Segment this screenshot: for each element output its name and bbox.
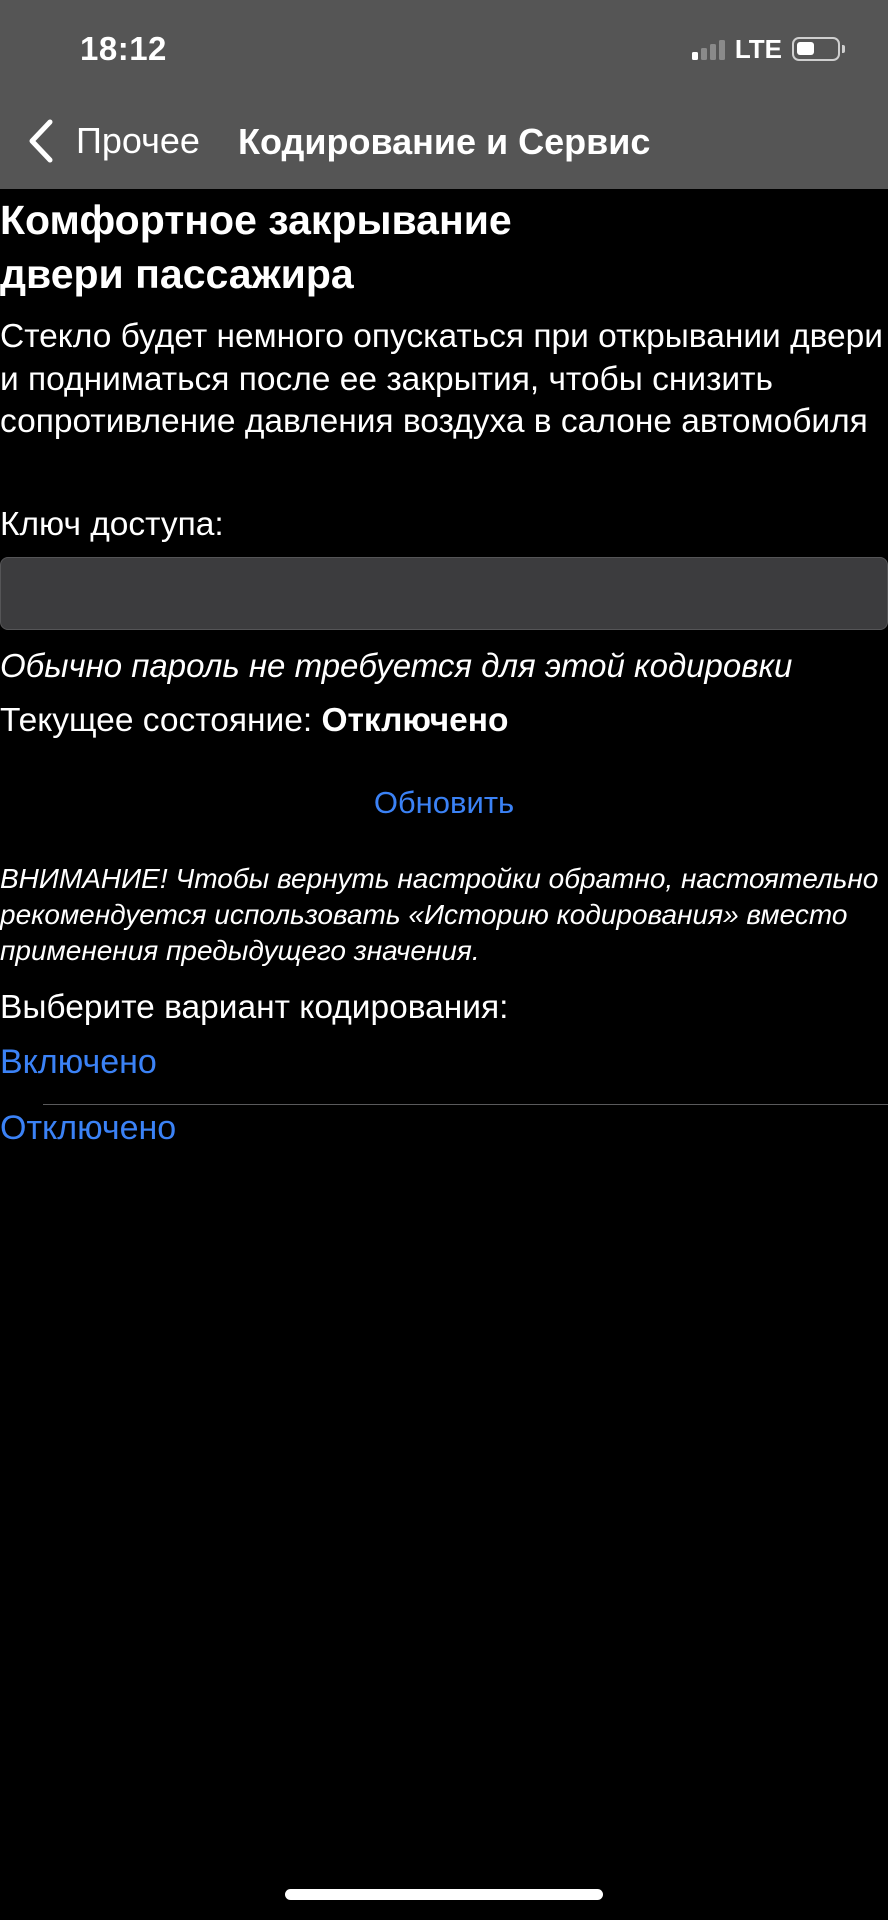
chevron-left-icon xyxy=(29,119,53,163)
signal-bar xyxy=(709,44,716,60)
back-button[interactable]: Прочее xyxy=(24,118,200,164)
signal-bar xyxy=(691,52,698,60)
navigation-bar: 18:12 LTE Прочее Кодирование и Сервис xyxy=(0,0,888,189)
option-disabled-label: Отключено xyxy=(0,1109,177,1147)
refresh-button[interactable]: Обновить xyxy=(0,783,888,823)
access-key-input[interactable] xyxy=(0,557,888,630)
option-enabled[interactable]: Включено xyxy=(0,1039,888,1105)
cellular-signal-icon xyxy=(691,38,725,60)
coding-title-line-2: двери пассажира xyxy=(0,251,354,297)
option-enabled-label: Включено xyxy=(0,1043,157,1081)
coding-title: Комфортное закрывание двери пассажира xyxy=(0,193,640,301)
current-state-value: Отключено xyxy=(321,702,509,739)
current-state-label: Текущее состояние: xyxy=(0,702,322,739)
network-type: LTE xyxy=(734,33,782,64)
current-state: Текущее состояние: Отключено xyxy=(0,700,509,742)
status-time: 18:12 xyxy=(80,30,167,67)
home-indicator[interactable] xyxy=(285,1889,603,1900)
battery-fill xyxy=(797,42,814,55)
access-key-label: Ключ доступа: xyxy=(0,506,224,543)
password-hint: Обычно пароль не требуется для этой коди… xyxy=(0,647,793,684)
coding-options-list: Включено Отключено xyxy=(0,1039,888,1171)
back-button-label: Прочее xyxy=(76,120,200,161)
coding-description: Стекло будет немного опускаться при откр… xyxy=(0,318,884,440)
battery-icon xyxy=(792,37,845,61)
signal-bar xyxy=(700,48,707,60)
option-disabled[interactable]: Отключено xyxy=(0,1105,888,1171)
status-indicators: LTE xyxy=(691,33,845,64)
choose-option-label: Выберите вариант кодирования: xyxy=(0,989,509,1026)
warning-text: ВНИМАНИЕ! Чтобы вернуть настройки обратн… xyxy=(0,863,879,966)
coding-title-line-1: Комфортное закрывание xyxy=(0,197,512,243)
page-title: Кодирование и Сервис xyxy=(238,121,651,162)
signal-bar xyxy=(718,40,725,60)
